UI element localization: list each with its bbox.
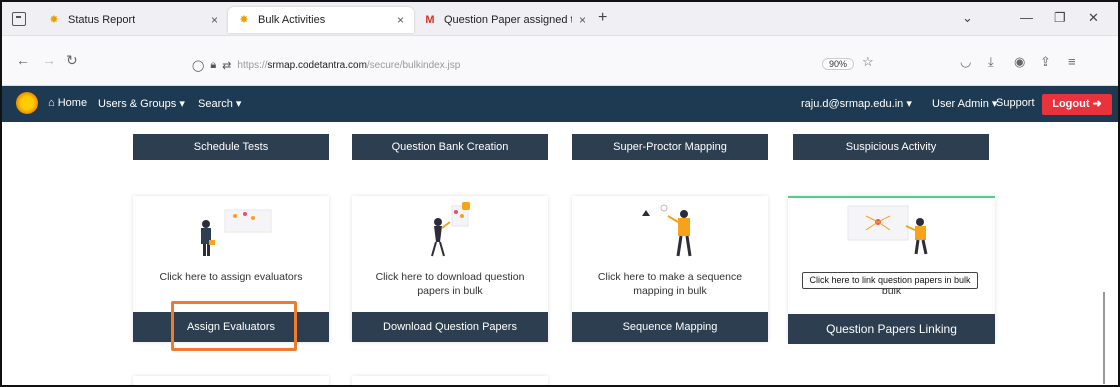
extensions-icon[interactable]: ⇪ bbox=[1040, 54, 1051, 70]
tab-bulk-activities[interactable]: ✸ Bulk Activities × bbox=[228, 7, 414, 33]
logout-label: Logout bbox=[1052, 98, 1090, 110]
super-proctor-mapping-button[interactable]: Super-Proctor Mapping bbox=[572, 134, 768, 160]
home-label: Home bbox=[57, 97, 88, 109]
user-email: raju.d@srmap.edu.in bbox=[801, 98, 904, 110]
account-icon[interactable]: ◉ bbox=[1014, 54, 1025, 70]
home-icon: ⌂ bbox=[48, 97, 55, 109]
permissions-icon: ⇄ bbox=[222, 59, 232, 72]
caret-down-icon: ▾ bbox=[179, 98, 185, 110]
sequence-illustration-icon bbox=[642, 204, 692, 257]
close-window-icon[interactable]: ✕ bbox=[1088, 10, 1099, 26]
tab-question-paper[interactable]: M Question Paper assigned to you × bbox=[414, 7, 590, 33]
app-header: ⌂ Home Users & Groups ▾ Search ▾ raju.d@… bbox=[2, 86, 1118, 122]
tab-status-report[interactable]: ✸ Status Report × bbox=[38, 7, 228, 33]
home-link[interactable]: ⌂ Home bbox=[48, 97, 87, 109]
close-tab-icon[interactable]: × bbox=[211, 13, 218, 27]
user-admin-menu[interactable]: User Admin ▾ bbox=[932, 97, 997, 110]
suspicious-activity-button[interactable]: Suspicious Activity bbox=[793, 134, 989, 160]
question-papers-linking-button[interactable]: Question Papers Linking bbox=[788, 314, 995, 344]
download-question-papers-button[interactable]: Download Question Papers bbox=[352, 312, 548, 342]
menu-icon[interactable]: ≡ bbox=[1068, 54, 1076, 69]
download-question-papers-card[interactable]: Click here to download question papers i… bbox=[352, 196, 548, 342]
users-groups-label: Users & Groups bbox=[98, 98, 177, 110]
logout-icon: ➜ bbox=[1092, 98, 1102, 110]
tab-label: Status Report bbox=[68, 14, 136, 26]
linking-illustration-icon bbox=[847, 205, 928, 255]
url-prefix: https:// bbox=[237, 59, 268, 71]
sequence-mapping-button[interactable]: Sequence Mapping bbox=[572, 312, 768, 342]
search-menu[interactable]: Search ▾ bbox=[198, 97, 241, 110]
tab-label: Question Paper assigned to you bbox=[444, 14, 572, 26]
highlight-box bbox=[171, 301, 297, 351]
evaluator-illustration-icon bbox=[201, 209, 272, 256]
schedule-tests-button[interactable]: Schedule Tests bbox=[133, 134, 329, 160]
restore-icon[interactable]: ❐ bbox=[1054, 10, 1066, 26]
forward-icon[interactable]: → bbox=[42, 52, 56, 68]
logout-button[interactable]: Logout ➜ bbox=[1042, 94, 1112, 115]
new-tab-button[interactable]: + bbox=[598, 9, 607, 27]
users-groups-menu[interactable]: Users & Groups ▾ bbox=[98, 97, 185, 110]
bookmark-star-icon[interactable]: ☆ bbox=[862, 54, 874, 70]
pocket-icon[interactable]: ◡ bbox=[960, 54, 971, 70]
chevron-down-icon[interactable]: ⌄ bbox=[962, 10, 973, 26]
download-illustration-icon bbox=[431, 202, 470, 257]
back-icon[interactable]: ← bbox=[16, 52, 30, 68]
reload-icon[interactable]: ↻ bbox=[66, 52, 78, 69]
user-admin-label: User Admin bbox=[932, 98, 989, 110]
partial-card bbox=[352, 376, 548, 385]
navigation-bar: ← → ↻ ◯ 🔒︎ ⇄ https:// srmap.codetantra.c… bbox=[2, 36, 1118, 86]
card-description: Click here to make a sequence mapping in… bbox=[597, 271, 743, 297]
codetantra-favicon-icon: ✸ bbox=[239, 14, 249, 26]
question-bank-creation-button[interactable]: Question Bank Creation bbox=[352, 134, 548, 160]
caret-down-icon: ▾ bbox=[235, 98, 242, 110]
partial-card bbox=[133, 376, 329, 385]
address-bar[interactable]: ◯ 🔒︎ ⇄ https:// srmap.codetantra.com /se… bbox=[192, 56, 537, 74]
download-icon[interactable]: ⤓ bbox=[988, 54, 994, 70]
gmail-favicon-icon: M bbox=[425, 14, 435, 26]
minimize-icon[interactable]: — bbox=[1020, 10, 1033, 25]
tab-list-icon[interactable] bbox=[12, 12, 26, 26]
close-tab-icon[interactable]: × bbox=[579, 13, 586, 27]
card-description: Click here to download question papers i… bbox=[375, 271, 525, 297]
support-link[interactable]: Support bbox=[996, 97, 1035, 109]
question-papers-linking-card[interactable]: bulk Question Papers Linking bbox=[788, 196, 995, 344]
scrollbar[interactable] bbox=[1103, 292, 1105, 384]
url-domain: srmap.codetantra.com bbox=[267, 59, 367, 71]
user-email-menu[interactable]: raju.d@srmap.edu.in ▾ bbox=[801, 97, 912, 110]
tab-bar: ✸ Status Report × ✸ Bulk Activities × M … bbox=[2, 2, 1118, 36]
logo-icon bbox=[16, 92, 38, 114]
shield-icon: ◯ bbox=[192, 59, 205, 72]
tab-label: Bulk Activities bbox=[258, 14, 326, 26]
close-tab-icon[interactable]: × bbox=[397, 13, 404, 27]
link-tooltip: Click here to link question papers in bu… bbox=[802, 272, 978, 289]
lock-icon: 🔒︎ bbox=[210, 58, 217, 71]
browser-window: ✸ Status Report × ✸ Bulk Activities × M … bbox=[0, 0, 1120, 387]
sequence-mapping-card[interactable]: Click here to make a sequence mapping in… bbox=[572, 196, 768, 342]
codetantra-favicon-icon: ✸ bbox=[49, 14, 59, 26]
url-path: /secure/bulkindex.jsp bbox=[366, 59, 461, 71]
search-label: Search bbox=[198, 98, 233, 110]
zoom-level[interactable]: 90% bbox=[822, 58, 855, 70]
caret-down-icon: ▾ bbox=[906, 98, 912, 110]
card-description: Click here to assign evaluators bbox=[159, 271, 303, 283]
